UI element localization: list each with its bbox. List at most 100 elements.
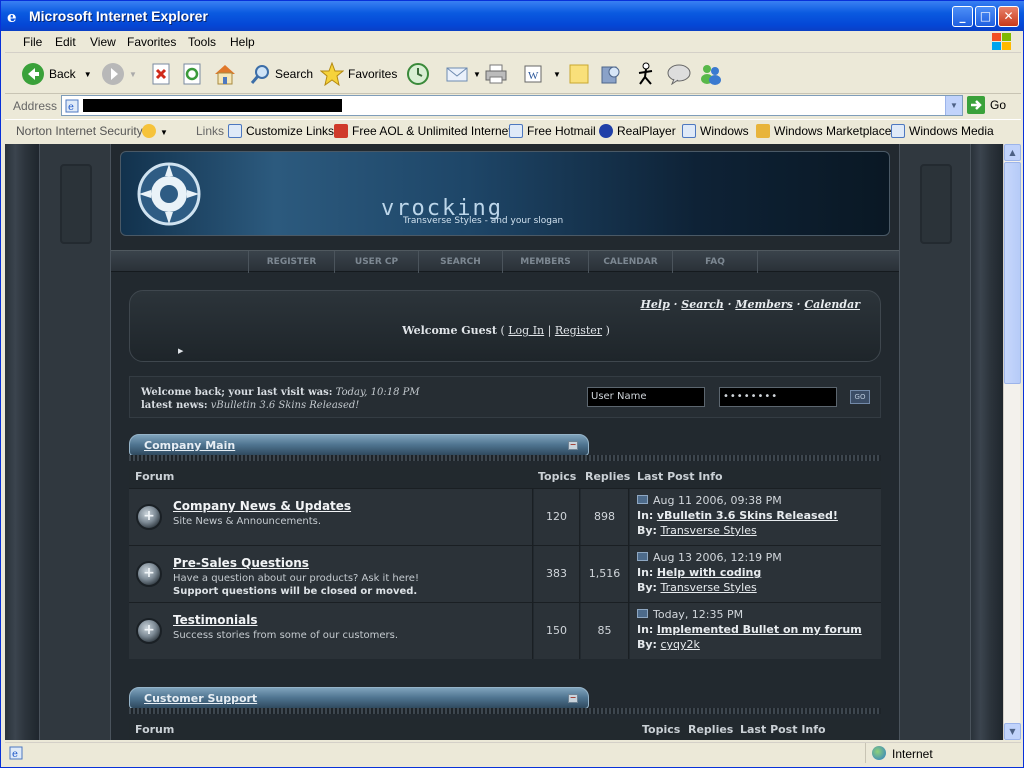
- link-marketplace[interactable]: Windows Marketplace: [756, 124, 891, 138]
- menu-help[interactable]: Help: [230, 35, 255, 49]
- menu-favorites[interactable]: Favorites: [127, 35, 176, 49]
- history-button[interactable]: [406, 61, 430, 87]
- address-dropdown-icon[interactable]: ▼: [945, 96, 962, 115]
- address-field[interactable]: e ▼: [61, 95, 963, 116]
- aim-button[interactable]: [635, 61, 657, 87]
- last-post-user-link[interactable]: Transverse Styles: [660, 581, 756, 594]
- category-divider: [129, 708, 881, 714]
- stop-button[interactable]: [151, 61, 171, 87]
- toplink-help[interactable]: Help: [641, 298, 670, 311]
- note-icon: [569, 64, 589, 84]
- svg-text:e: e: [12, 749, 18, 760]
- search-button[interactable]: Search: [249, 61, 313, 87]
- last-post-user-link[interactable]: Transverse Styles: [660, 524, 756, 537]
- site-banner: vrocking Transverse Styles - and your sl…: [120, 151, 890, 236]
- ie-page-icon: [228, 124, 242, 138]
- mail-button[interactable]: ▼: [445, 61, 481, 87]
- nav-user-cp[interactable]: USER CP: [334, 251, 418, 273]
- toplink-members[interactable]: Members: [735, 298, 793, 311]
- link-windows[interactable]: Windows: [682, 124, 749, 138]
- go-button[interactable]: Go: [967, 96, 1006, 114]
- scroll-down-icon[interactable]: ▼: [1004, 723, 1021, 740]
- login-go-button[interactable]: GO: [850, 390, 870, 404]
- link-realplayer[interactable]: RealPlayer: [599, 124, 676, 138]
- edit-button[interactable]: W ▼: [523, 61, 561, 87]
- last-post-icon[interactable]: [637, 495, 648, 504]
- address-bar: Address e ▼ Go: [5, 95, 1021, 117]
- link-windows-media[interactable]: Windows Media: [891, 124, 994, 138]
- print-button[interactable]: [484, 61, 508, 87]
- maximize-button[interactable]: □: [975, 6, 996, 27]
- norton-dropdown[interactable]: ▼: [142, 124, 168, 138]
- category-tab: Customer Support −: [129, 687, 589, 709]
- scroll-up-icon[interactable]: ▲: [1004, 144, 1021, 161]
- last-post-info: Aug 13 2006, 12:19 PM In: Help with codi…: [637, 550, 782, 595]
- last-post-icon[interactable]: [637, 609, 648, 618]
- last-post-thread-link[interactable]: Help with coding: [657, 566, 761, 579]
- svg-text:e: e: [68, 102, 74, 113]
- norton-label[interactable]: Norton Internet Security: [16, 124, 143, 138]
- back-button[interactable]: Back ▼: [21, 61, 92, 87]
- category-title[interactable]: Customer Support: [144, 692, 257, 705]
- scroll-thumb[interactable]: [1004, 162, 1021, 384]
- toplink-search[interactable]: Search: [681, 298, 724, 311]
- collapse-icon[interactable]: −: [568, 694, 578, 703]
- standard-toolbar: Back ▼ ▼ Search Favorites ▼ W ▼: [5, 54, 1021, 94]
- register-link[interactable]: Register: [555, 324, 602, 337]
- messenger-button[interactable]: [699, 61, 723, 87]
- refresh-button[interactable]: [182, 61, 202, 87]
- menu-edit[interactable]: Edit: [55, 35, 76, 49]
- page-viewport: vrocking Transverse Styles - and your sl…: [5, 144, 1003, 740]
- forum-replies-count: 1,516: [581, 546, 629, 602]
- discuss-button[interactable]: [568, 61, 590, 87]
- nav-members[interactable]: MEMBERS: [502, 251, 588, 273]
- nav-search[interactable]: SEARCH: [418, 251, 502, 273]
- last-post-icon[interactable]: [637, 552, 648, 561]
- col-forum: Forum: [135, 723, 175, 736]
- latest-news-label: latest news:: [141, 400, 208, 411]
- minimize-button[interactable]: _: [952, 6, 973, 27]
- last-post-thread-link[interactable]: Implemented Bullet on my forum: [657, 623, 862, 636]
- printer-icon: [485, 64, 507, 84]
- menu-file[interactable]: File: [23, 35, 42, 49]
- link-aol[interactable]: Free AOL & Unlimited Internet: [334, 124, 512, 138]
- forward-arrow-icon: [102, 63, 124, 85]
- back-dropdown-icon[interactable]: ▼: [84, 70, 92, 79]
- favorites-button[interactable]: Favorites: [320, 61, 397, 87]
- nav-faq[interactable]: FAQ: [672, 251, 758, 273]
- link-customize[interactable]: Customize Links: [228, 124, 334, 138]
- mail-dropdown-icon[interactable]: ▼: [473, 70, 481, 79]
- username-input[interactable]: User Name: [587, 387, 705, 407]
- forward-button[interactable]: ▼: [101, 61, 137, 87]
- last-post-user-link[interactable]: cyqy2k: [660, 638, 699, 651]
- collapse-icon[interactable]: −: [568, 441, 578, 450]
- forward-dropdown-icon[interactable]: ▼: [129, 70, 137, 79]
- research-button[interactable]: [599, 61, 621, 87]
- menu-view[interactable]: View: [90, 35, 116, 49]
- password-input[interactable]: ••••••••: [719, 387, 837, 407]
- category-title[interactable]: Company Main: [144, 439, 235, 452]
- login-link[interactable]: Log In: [508, 324, 544, 337]
- nav-register[interactable]: REGISTER: [248, 251, 334, 273]
- toplink-calendar[interactable]: Calendar: [804, 298, 860, 311]
- svg-text:W: W: [528, 70, 539, 82]
- messenger-chat-button[interactable]: [666, 61, 692, 87]
- edit-dropdown-icon[interactable]: ▼: [553, 70, 561, 79]
- link-hotmail[interactable]: Free Hotmail: [509, 124, 596, 138]
- last-post-cell: Today, 12:35 PM In: Implemented Bullet o…: [630, 603, 881, 659]
- welcome-line: Welcome Guest ( Log In | Register ): [130, 324, 882, 337]
- forum-name-link[interactable]: Company News & Updates: [173, 499, 351, 513]
- menu-tools[interactable]: Tools: [188, 35, 216, 49]
- browser-window: e Microsoft Internet Explorer _ □ ✕ File…: [0, 0, 1024, 768]
- aim-runner-icon: [638, 62, 653, 85]
- close-button[interactable]: ✕: [998, 6, 1019, 27]
- last-post-thread-link[interactable]: vBulletin 3.6 Skins Released!: [657, 509, 838, 522]
- col-replies: Replies: [585, 470, 631, 483]
- home-button[interactable]: [213, 61, 237, 87]
- nav-calendar[interactable]: CALENDAR: [588, 251, 672, 273]
- stop-icon: [152, 63, 170, 85]
- forum-description-text: Success stories from some of our custome…: [173, 630, 399, 641]
- vertical-scrollbar[interactable]: ▲ ▼: [1003, 144, 1021, 740]
- forum-name-link[interactable]: Testimonials: [173, 613, 257, 627]
- forum-name-link[interactable]: Pre-Sales Questions: [173, 556, 309, 570]
